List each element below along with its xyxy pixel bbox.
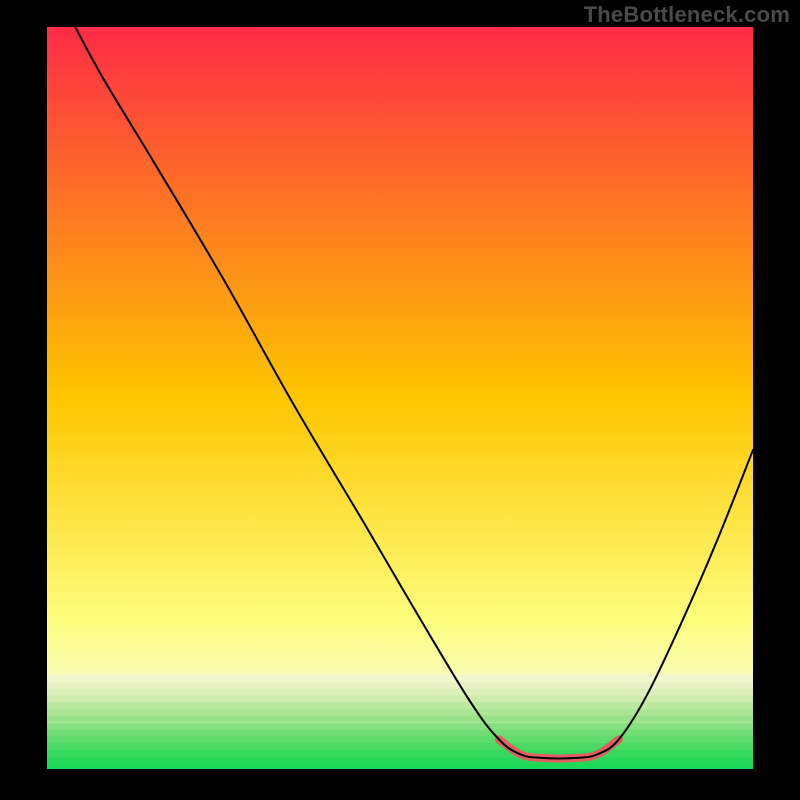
chart-frame: TheBottleneck.com: [0, 0, 800, 800]
chart-plot-area: [47, 27, 753, 769]
bottom-stripe: [47, 730, 753, 737]
watermark-text: TheBottleneck.com: [584, 2, 790, 28]
chart-svg: [47, 27, 753, 769]
bottom-stripe: [47, 675, 753, 682]
bottom-stripe: [47, 750, 753, 757]
bottom-stripe: [47, 736, 753, 743]
bottom-stripe: [47, 716, 753, 723]
bottom-stripe: [47, 757, 753, 764]
bottom-stripe: [47, 682, 753, 689]
bottom-stripe: [47, 702, 753, 709]
chart-background: [47, 27, 753, 769]
bottom-stripe: [47, 764, 753, 769]
bottom-stripe: [47, 709, 753, 716]
bottom-stripe: [47, 723, 753, 730]
bottom-stripe: [47, 743, 753, 750]
